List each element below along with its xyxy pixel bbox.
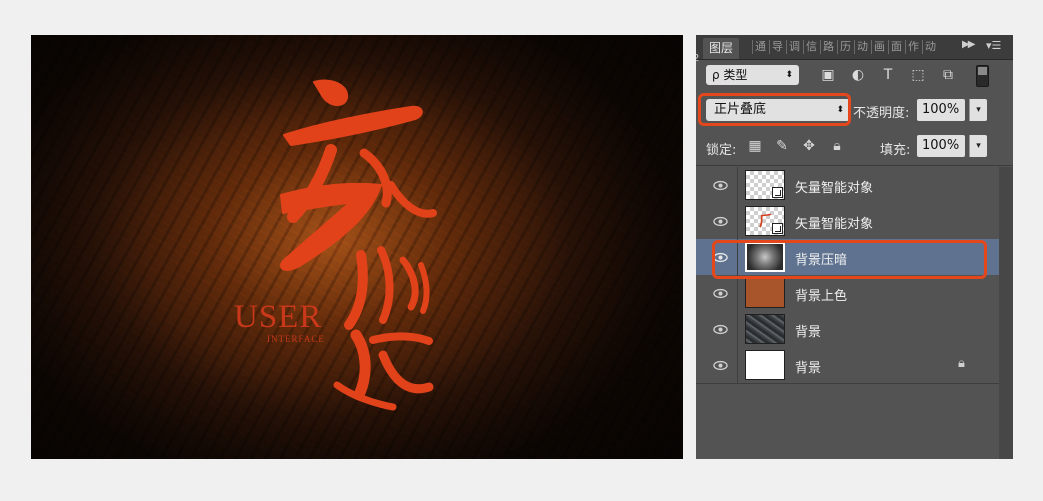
lock-row: 锁定: ▦ ✎ ✥ 🔒︎ 填充: 100% ▾ — [696, 133, 1013, 161]
eye-icon[interactable] — [713, 214, 728, 229]
tab-styles[interactable]: 作 — [905, 40, 919, 54]
layer-list-scrollbar[interactable] — [999, 167, 1013, 459]
tab-adjustments[interactable]: 调 — [786, 40, 800, 54]
lock-position-icon[interactable]: ✥ — [800, 137, 818, 155]
layer-row[interactable]: 背景 🔒︎ — [696, 347, 999, 384]
lock-icon: 🔒︎ — [958, 356, 965, 371]
filter-label: ρ 类型 — [712, 68, 748, 82]
layer-row[interactable]: ⺁ 矢量智能对象 — [696, 203, 999, 240]
row-divider — [737, 275, 738, 311]
lock-all-icon[interactable]: 🔒︎ — [828, 137, 846, 155]
filter-row: ρ 类型 ⬍ ▣ ◐ T ⬚ ⧉ — [696, 61, 1013, 89]
row-divider — [737, 311, 738, 347]
layer-list-empty-area — [696, 386, 999, 459]
smartobject-filter-icon[interactable]: ⧉ — [939, 67, 957, 83]
layer-name[interactable]: 背景 — [795, 321, 821, 340]
row-divider — [737, 203, 738, 239]
tab-swatches[interactable]: 面 — [888, 40, 902, 54]
layer-row[interactable]: 矢量智能对象 — [696, 167, 999, 204]
panel-tab-bar: 图层 通 导 调 信 路 历 动 画 面 作 动 ▶▶ ▾☰ — [696, 35, 1013, 60]
eye-icon[interactable] — [713, 358, 728, 373]
panel-menu-icon[interactable]: ▾☰ — [986, 39, 1001, 52]
blend-mode-highlight — [698, 93, 851, 126]
tab-brushes[interactable]: 画 — [871, 40, 885, 54]
lock-transparency-icon[interactable]: ▦ — [746, 137, 764, 155]
blend-row: 正片叠底 ⬍ 不透明度: 100% ▾ — [696, 93, 1013, 129]
tab-history[interactable]: 历 — [837, 40, 851, 54]
smart-object-icon — [772, 187, 783, 198]
row-divider — [737, 167, 738, 203]
fill-label: 填充: — [880, 143, 911, 158]
filter-toggle[interactable] — [976, 65, 989, 87]
tab-actions[interactable]: 动 — [854, 40, 868, 54]
tab-paths[interactable]: 路 — [820, 40, 834, 54]
updown-icon: ⬍ — [785, 70, 793, 80]
panel-divider — [696, 165, 1013, 166]
calligraphy-logo — [280, 79, 437, 411]
brand-text: USER — [234, 299, 323, 335]
row-divider — [737, 347, 738, 383]
layer-row[interactable]: 背景 — [696, 311, 999, 348]
fill-dropdown[interactable]: ▾ — [969, 135, 987, 157]
selected-layer-highlight — [712, 240, 987, 279]
shape-filter-icon[interactable]: ⬚ — [909, 67, 927, 83]
tab-navigator[interactable]: 导 — [769, 40, 783, 54]
image-filter-icon[interactable]: ▣ — [819, 67, 837, 83]
calligraphy-mark-icon: ⺁ — [759, 214, 773, 230]
tab-timeline[interactable]: 动 — [922, 40, 936, 54]
layer-thumbnail — [745, 314, 785, 344]
layer-thumbnail — [745, 278, 785, 308]
opacity-input[interactable]: 100% — [917, 99, 965, 121]
eye-icon[interactable] — [713, 322, 728, 337]
artwork-canvas: USER INTERFACE — [31, 35, 683, 459]
layer-filter-select[interactable]: ρ 类型 ⬍ — [706, 65, 799, 85]
layers-panel: 图层 通 导 调 信 路 历 动 画 面 作 动 ▶▶ ▾☰ 2 ρ 类型 ⬍ … — [696, 35, 1013, 459]
opacity-dropdown[interactable]: ▾ — [969, 99, 987, 121]
layer-thumbnail — [745, 350, 785, 380]
layer-thumbnail: ⺁ — [745, 206, 785, 236]
sub-brand-text: INTERFACE — [267, 334, 325, 344]
layer-row[interactable]: 背景上色 — [696, 275, 999, 312]
lock-pixels-icon[interactable]: ✎ — [773, 137, 791, 155]
fill-input[interactable]: 100% — [917, 135, 965, 157]
layer-name[interactable]: 背景 — [795, 357, 821, 376]
eye-icon[interactable] — [713, 286, 728, 301]
type-filter-icon[interactable]: T — [879, 67, 897, 83]
layer-name[interactable]: 矢量智能对象 — [795, 177, 873, 196]
layer-thumbnail — [745, 170, 785, 200]
layer-name[interactable]: 背景上色 — [795, 285, 847, 304]
lock-label: 锁定: — [706, 143, 737, 158]
tab-layers[interactable]: 图层 — [703, 38, 740, 59]
opacity-label: 不透明度: — [853, 106, 910, 121]
tab-info[interactable]: 信 — [803, 40, 817, 54]
eye-icon[interactable] — [713, 178, 728, 193]
adjustment-filter-icon[interactable]: ◐ — [849, 67, 867, 83]
layer-name[interactable]: 矢量智能对象 — [795, 213, 873, 232]
tab-channels[interactable]: 通 — [752, 40, 766, 54]
expand-tabs-icon[interactable]: ▶▶ — [962, 39, 975, 50]
smart-object-icon — [772, 223, 783, 234]
